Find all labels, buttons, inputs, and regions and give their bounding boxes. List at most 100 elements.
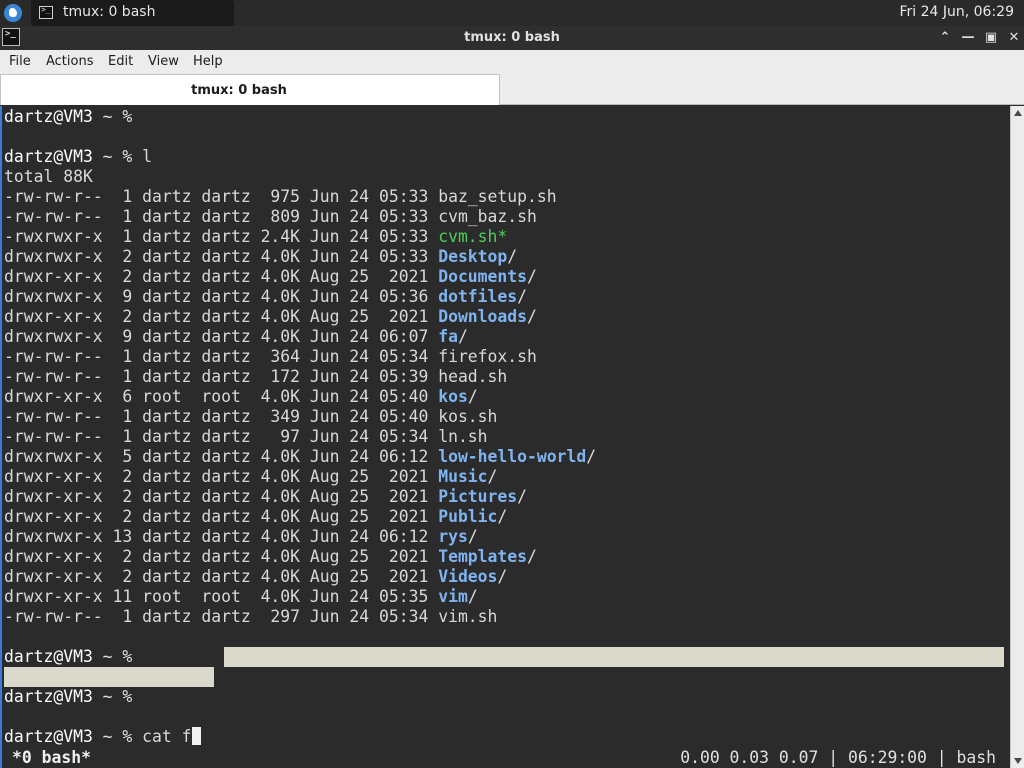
prompt-host: dartz@VM3: [4, 727, 93, 746]
panel-clock[interactable]: Fri 24 Jun, 06:29: [899, 4, 1014, 20]
prompt-host: dartz@VM3: [4, 147, 93, 166]
file-name: fa: [438, 327, 458, 346]
file-type-suffix: /: [487, 467, 498, 486]
listing-row: drwxr-xr-x 2 dartz dartz 4.0K Aug 25 202…: [4, 467, 497, 487]
file-meta: drwxr-xr-x 11 root root 4.0K Jun 24 05:3…: [4, 587, 439, 606]
file-name: baz_setup.sh: [438, 187, 557, 206]
tmux-status-right: 0.00 0.03 0.07 | 06:29:00 | bash: [680, 748, 996, 767]
maximize-button[interactable]: ▣: [981, 28, 1001, 48]
taskbar-window-label: tmux: 0 bash: [63, 4, 156, 20]
file-name: vim.sh: [438, 607, 498, 626]
tab-bar: tmux: 0 bash: [0, 73, 1024, 105]
file-type-suffix: *: [497, 227, 508, 246]
menu-view[interactable]: View: [148, 54, 179, 69]
file-meta: drwxr-xr-x 2 dartz dartz 4.0K Aug 25 202…: [4, 267, 439, 286]
file-meta: drwxr-xr-x 2 dartz dartz 4.0K Aug 25 202…: [4, 467, 439, 486]
listing-row: drwxrwxr-x 2 dartz dartz 4.0K Jun 24 05:…: [4, 247, 517, 267]
listing-row: -rw-rw-r-- 1 dartz dartz 172 Jun 24 05:3…: [4, 367, 507, 387]
taskbar-window-button[interactable]: tmux: 0 bash: [31, 0, 234, 26]
file-type-suffix: /: [527, 307, 537, 326]
tmux-window-list[interactable]: *0 bash*: [12, 747, 91, 768]
scroll-up-arrow-icon[interactable]: [1014, 110, 1022, 116]
command-text: cat f: [142, 727, 192, 746]
prompt-suffix: ~ %: [92, 687, 143, 706]
file-name: dotfiles: [438, 287, 518, 306]
file-name: Templates: [438, 547, 528, 566]
app-launcher-icon[interactable]: [4, 4, 22, 22]
listing-row: drwxrwxr-x 9 dartz dartz 4.0K Jun 24 05:…: [4, 287, 527, 307]
file-meta: drwxr-xr-x 6 root root 4.0K Jun 24 05:40: [4, 387, 439, 406]
file-meta: -rw-rw-r-- 1 dartz dartz 172 Jun 24 05:3…: [4, 367, 439, 386]
file-type-suffix: /: [497, 567, 508, 586]
file-meta: -rw-rw-r-- 1 dartz dartz 364 Jun 24 05:3…: [4, 347, 439, 366]
text-cursor: [191, 727, 201, 745]
text-selection: [224, 647, 1004, 667]
file-name: cvm.sh: [438, 227, 498, 246]
listing-total: total 88K: [4, 167, 93, 186]
file-meta: drwxrwxr-x 13 dartz dartz 4.0K Jun 24 06…: [4, 527, 439, 546]
file-type-suffix: /: [527, 267, 537, 286]
close-button[interactable]: ✕: [1004, 28, 1024, 48]
file-name: Documents: [438, 267, 528, 286]
file-meta: -rw-rw-r-- 1 dartz dartz 349 Jun 24 05:4…: [4, 407, 439, 426]
file-name: kos.sh: [438, 407, 498, 426]
scrollbar[interactable]: [1010, 106, 1024, 768]
listing-row: drwxr-xr-x 2 dartz dartz 4.0K Aug 25 202…: [4, 487, 527, 507]
listing-row: drwxr-xr-x 2 dartz dartz 4.0K Aug 25 202…: [4, 507, 507, 527]
file-meta: -rw-rw-r-- 1 dartz dartz 975 Jun 24 05:3…: [4, 187, 439, 206]
file-name: vim: [438, 587, 468, 606]
file-meta: drwxr-xr-x 2 dartz dartz 4.0K Aug 25 202…: [4, 487, 439, 506]
file-meta: -rw-rw-r-- 1 dartz dartz 809 Jun 24 05:3…: [4, 207, 439, 226]
file-type-suffix: /: [467, 387, 478, 406]
prompt-line: dartz@VM3 ~ % l: [4, 147, 152, 167]
prompt-suffix: ~ %: [92, 147, 143, 166]
listing-row: drwxrwxr-x 13 dartz dartz 4.0K Jun 24 06…: [4, 527, 478, 547]
file-name: kos: [438, 387, 468, 406]
file-name: low-hello-world: [438, 447, 587, 466]
file-meta: drwxr-xr-x 2 dartz dartz 4.0K Aug 25 202…: [4, 547, 439, 566]
text-selection: [4, 667, 214, 687]
file-name: ln.sh: [438, 427, 488, 446]
menu-file[interactable]: File: [9, 54, 31, 69]
file-type-suffix: /: [457, 327, 468, 346]
menu-actions[interactable]: Actions: [46, 54, 94, 69]
listing-row: -rw-rw-r-- 1 dartz dartz 975 Jun 24 05:3…: [4, 187, 557, 207]
file-name: Downloads: [438, 307, 528, 326]
menu-help[interactable]: Help: [193, 54, 223, 69]
file-name: Videos: [438, 567, 498, 586]
tab-tmux-bash[interactable]: tmux: 0 bash: [0, 74, 500, 105]
listing-row: -rw-rw-r-- 1 dartz dartz 297 Jun 24 05:3…: [4, 607, 497, 627]
terminal-icon: [39, 5, 53, 19]
keep-above-button[interactable]: ⌃: [935, 28, 955, 48]
file-name: firefox.sh: [438, 347, 537, 366]
prompt-line: dartz@VM3 ~ % cat f: [4, 727, 201, 747]
listing-row: -rw-rw-r-- 1 dartz dartz 364 Jun 24 05:3…: [4, 347, 537, 367]
listing-row: -rw-rw-r-- 1 dartz dartz 349 Jun 24 05:4…: [4, 407, 497, 427]
listing-row: drwxr-xr-x 6 root root 4.0K Jun 24 05:40…: [4, 387, 478, 407]
file-meta: drwxr-xr-x 2 dartz dartz 4.0K Aug 25 202…: [4, 307, 439, 326]
scroll-down-arrow-icon[interactable]: [1014, 758, 1022, 764]
listing-row: drwxr-xr-x 2 dartz dartz 4.0K Aug 25 202…: [4, 307, 537, 327]
file-meta: drwxrwxr-x 9 dartz dartz 4.0K Jun 24 05:…: [4, 287, 439, 306]
file-meta: -rw-rw-r-- 1 dartz dartz 297 Jun 24 05:3…: [4, 607, 439, 626]
listing-row: drwxr-xr-x 2 dartz dartz 4.0K Aug 25 202…: [4, 567, 507, 587]
command-text: l: [142, 147, 153, 166]
terminal-view[interactable]: dartz@VM3 ~ % dartz@VM3 ~ % l total 88K …: [0, 106, 1010, 768]
file-name: cvm_baz.sh: [438, 207, 537, 226]
file-type-suffix: /: [527, 547, 537, 566]
file-type-suffix: /: [586, 447, 597, 466]
tab-label: tmux: 0 bash: [191, 83, 287, 98]
menu-edit[interactable]: Edit: [108, 54, 133, 69]
file-meta: drwxrwxr-x 5 dartz dartz 4.0K Jun 24 06:…: [4, 447, 439, 466]
file-meta: -rw-rw-r-- 1 dartz dartz 97 Jun 24 05:34: [4, 427, 439, 446]
listing-row: drwxr-xr-x 2 dartz dartz 4.0K Aug 25 202…: [4, 267, 537, 287]
tmux-status-bar: *0 bash* 0.00 0.03 0.07 | 06:29:00 | bas…: [2, 747, 1010, 768]
menubar: File Actions Edit View Help: [0, 50, 1024, 73]
window-titlebar[interactable]: tmux: 0 bash ⌃ — ▣ ✕: [0, 26, 1024, 50]
file-type-suffix: /: [517, 487, 528, 506]
listing-row: drwxrwxr-x 9 dartz dartz 4.0K Jun 24 06:…: [4, 327, 468, 347]
file-name: Public: [438, 507, 498, 526]
minimize-button[interactable]: —: [958, 28, 978, 48]
file-type-suffix: /: [507, 247, 518, 266]
file-name: Pictures: [438, 487, 518, 506]
